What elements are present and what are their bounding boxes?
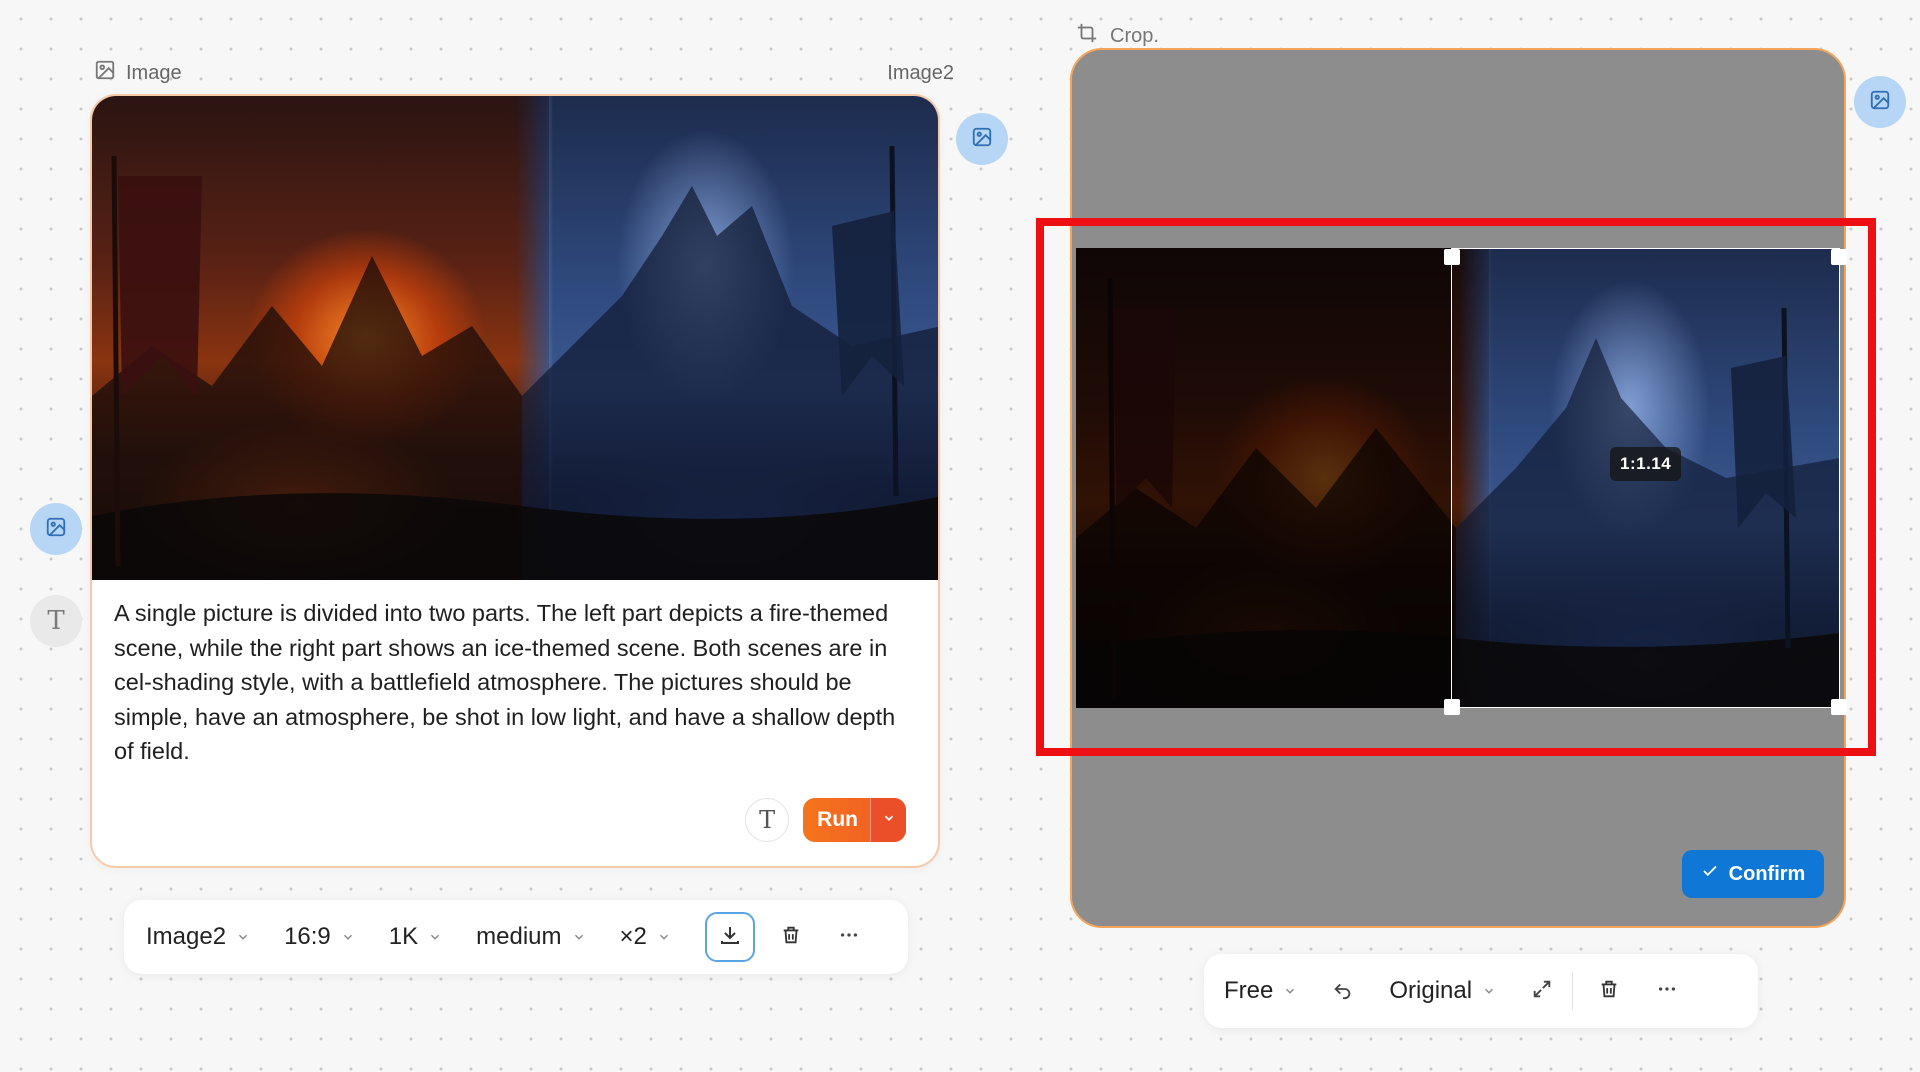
chevron-down-icon (882, 811, 896, 830)
crop-preset-value: Original (1389, 977, 1473, 1004)
resolution-select[interactable]: 1K (389, 923, 442, 951)
image-icon (94, 59, 116, 87)
more-button[interactable] (827, 915, 871, 959)
scene-silhouettes (92, 145, 938, 580)
download-button[interactable] (704, 912, 755, 962)
image-edit-icon (971, 126, 993, 153)
delete-button[interactable] (769, 915, 813, 959)
prompt-text[interactable]: A single picture is divided into two par… (114, 596, 914, 769)
image-output-handle[interactable] (956, 113, 1008, 165)
chevron-down-icon (236, 930, 250, 944)
resolution-value: 1K (388, 923, 419, 950)
expand-button[interactable] (1520, 969, 1564, 1013)
image-node-header: Image Image2 (94, 60, 954, 86)
image-node-title: Image (126, 61, 182, 84)
text-input-handle[interactable]: T (30, 595, 82, 647)
download-icon (718, 923, 742, 952)
check-icon (1701, 862, 1719, 886)
chevron-down-icon (1482, 984, 1496, 998)
crop-output-handle[interactable] (1854, 76, 1906, 128)
chevron-down-icon (428, 930, 442, 944)
toolbar-divider (1572, 972, 1574, 1010)
crop-mode-value: Free (1224, 977, 1274, 1004)
text-icon: T (759, 806, 776, 834)
aspect-ratio-value: 16:9 (284, 923, 331, 950)
run-options-button[interactable] (870, 798, 906, 842)
more-icon (838, 924, 860, 951)
image-node-card[interactable]: A single picture is divided into two par… (90, 94, 940, 868)
generated-image[interactable] (92, 96, 938, 580)
model-select[interactable]: Image2 (146, 923, 250, 951)
run-button-group[interactable]: Run (803, 798, 906, 842)
crop-mode-select[interactable]: Free (1224, 977, 1297, 1005)
quality-value: medium (476, 923, 562, 950)
more-icon (1656, 978, 1678, 1005)
image-edit-icon (45, 516, 67, 543)
model-select-value: Image2 (146, 923, 227, 950)
count-value: ×2 (619, 923, 647, 950)
quality-select[interactable]: medium (476, 923, 585, 951)
crop-delete-button[interactable] (1587, 969, 1631, 1013)
chevron-down-icon (657, 930, 671, 944)
chevron-down-icon (572, 930, 586, 944)
image-node-model-label: Image2 (887, 61, 954, 84)
text-icon: T (47, 606, 65, 636)
count-select[interactable]: ×2 (620, 923, 671, 951)
image-node-toolbar: Image2 16:9 1K medium ×2 (124, 900, 908, 974)
trash-icon (1598, 978, 1620, 1005)
chevron-down-icon (341, 930, 355, 944)
undo-icon (1332, 978, 1354, 1005)
highlight-frame (1036, 218, 1876, 756)
crop-node-title: Crop. (1110, 24, 1159, 47)
expand-icon (1531, 978, 1553, 1005)
crop-more-button[interactable] (1645, 969, 1689, 1013)
add-text-button[interactable]: T (745, 798, 790, 842)
crop-node-header: Crop. (1076, 22, 1159, 50)
undo-button[interactable] (1321, 969, 1365, 1013)
image-edit-icon (1869, 89, 1891, 116)
confirm-label: Confirm (1728, 862, 1806, 885)
crop-node-toolbar: Free Original (1204, 954, 1758, 1028)
trash-icon (780, 924, 802, 951)
run-button[interactable]: Run (803, 798, 870, 842)
chevron-down-icon (1283, 984, 1297, 998)
aspect-ratio-select[interactable]: 16:9 (284, 923, 355, 951)
crop-preset-select[interactable]: Original (1389, 977, 1496, 1005)
confirm-button[interactable]: Confirm (1682, 850, 1824, 898)
crop-icon (1076, 22, 1098, 50)
image-input-handle[interactable] (30, 503, 82, 555)
